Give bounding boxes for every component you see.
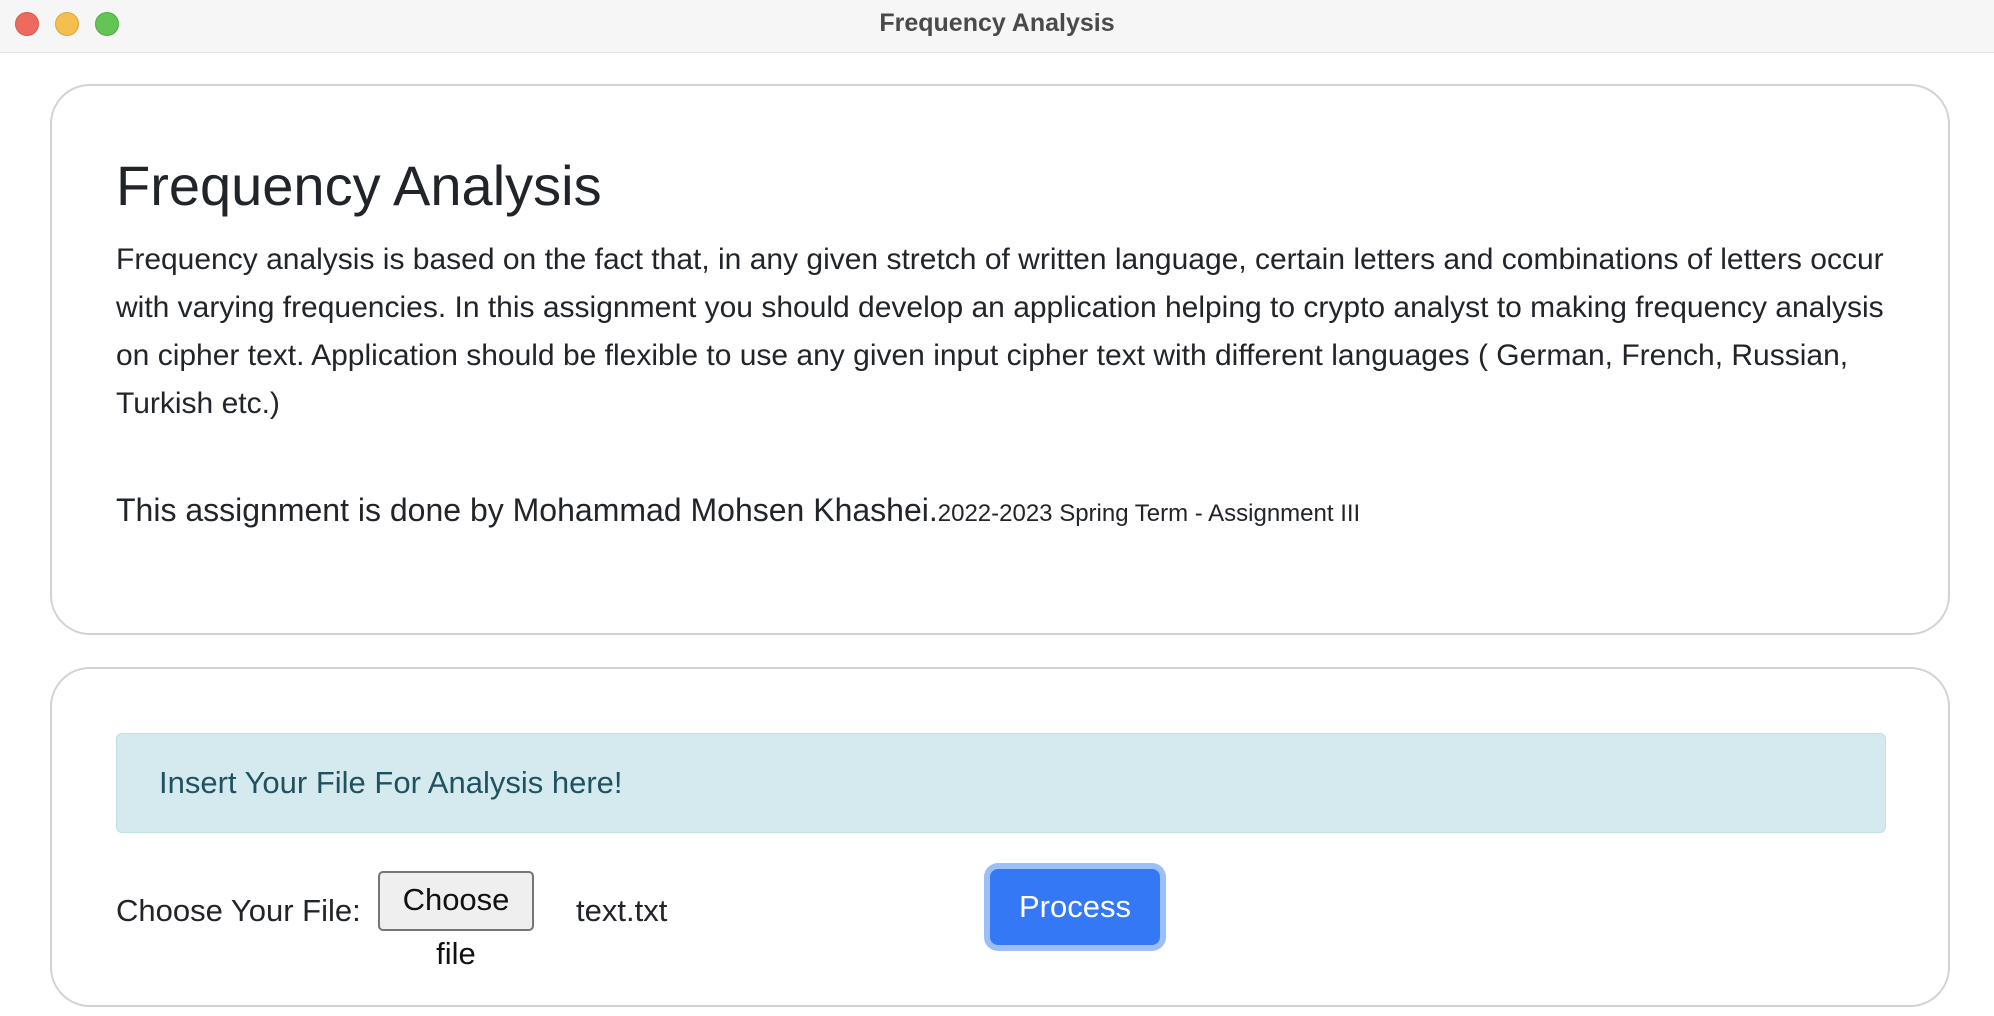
upload-alert-text: Insert Your File For Analysis here! (159, 765, 623, 800)
upload-alert: Insert Your File For Analysis here! (116, 733, 1886, 833)
author-credit-text: This assignment is done by Mohammad Mohs… (116, 492, 938, 528)
app-window: Frequency Analysis Frequency Analysis Fr… (0, 0, 1994, 1016)
term-label: 2022-2023 Spring Term - Assignment III (937, 500, 1361, 527)
assignment-description: Frequency analysis is based on the fact … (116, 243, 1884, 420)
file-input-label: Choose Your File: (116, 893, 361, 928)
upload-card: Insert Your File For Analysis here! Choo… (50, 667, 1950, 1007)
intro-card: Frequency Analysis Frequency analysis is… (50, 84, 1950, 635)
author-credit: This assignment is done by Mohammad Mohs… (116, 492, 1360, 529)
selected-file-name: text.txt (576, 893, 668, 928)
title-bar: Frequency Analysis (0, 0, 1994, 53)
choose-file-button[interactable]: Choose file (378, 871, 534, 971)
page-heading: Frequency Analysis (116, 154, 602, 217)
window-title: Frequency Analysis (879, 9, 1115, 37)
process-button[interactable]: Process (990, 869, 1160, 945)
